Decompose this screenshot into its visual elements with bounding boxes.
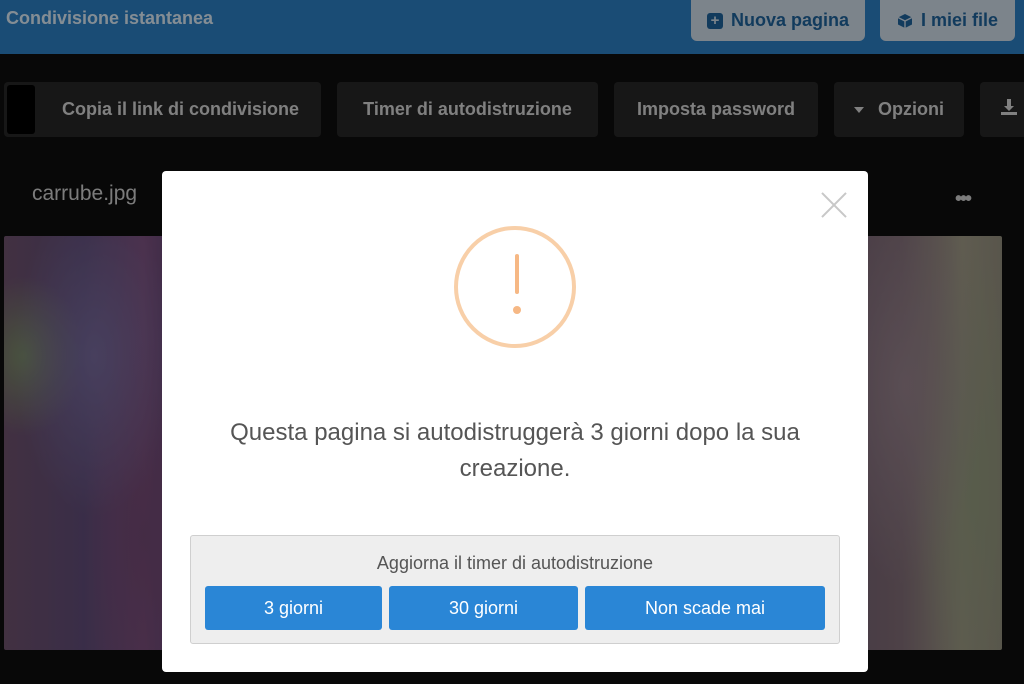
warning-icon (454, 226, 576, 348)
option-never-expire-button[interactable]: Non scade mai (585, 586, 825, 630)
dialog-message: Questa pagina si autodistruggerà 3 giorn… (230, 419, 800, 482)
self-destruct-dialog: Questa pagina si autodistruggerà 3 giorn… (162, 171, 868, 672)
option-30-days-button[interactable]: 30 giorni (389, 586, 578, 630)
panel-title: Aggiorna il timer di autodistruzione (376, 553, 654, 573)
timer-update-panel: Aggiorna il timer di autodistruzione 3 g… (190, 535, 840, 644)
option-3-days-button[interactable]: 3 giorni (205, 586, 382, 630)
close-icon[interactable] (820, 191, 848, 219)
